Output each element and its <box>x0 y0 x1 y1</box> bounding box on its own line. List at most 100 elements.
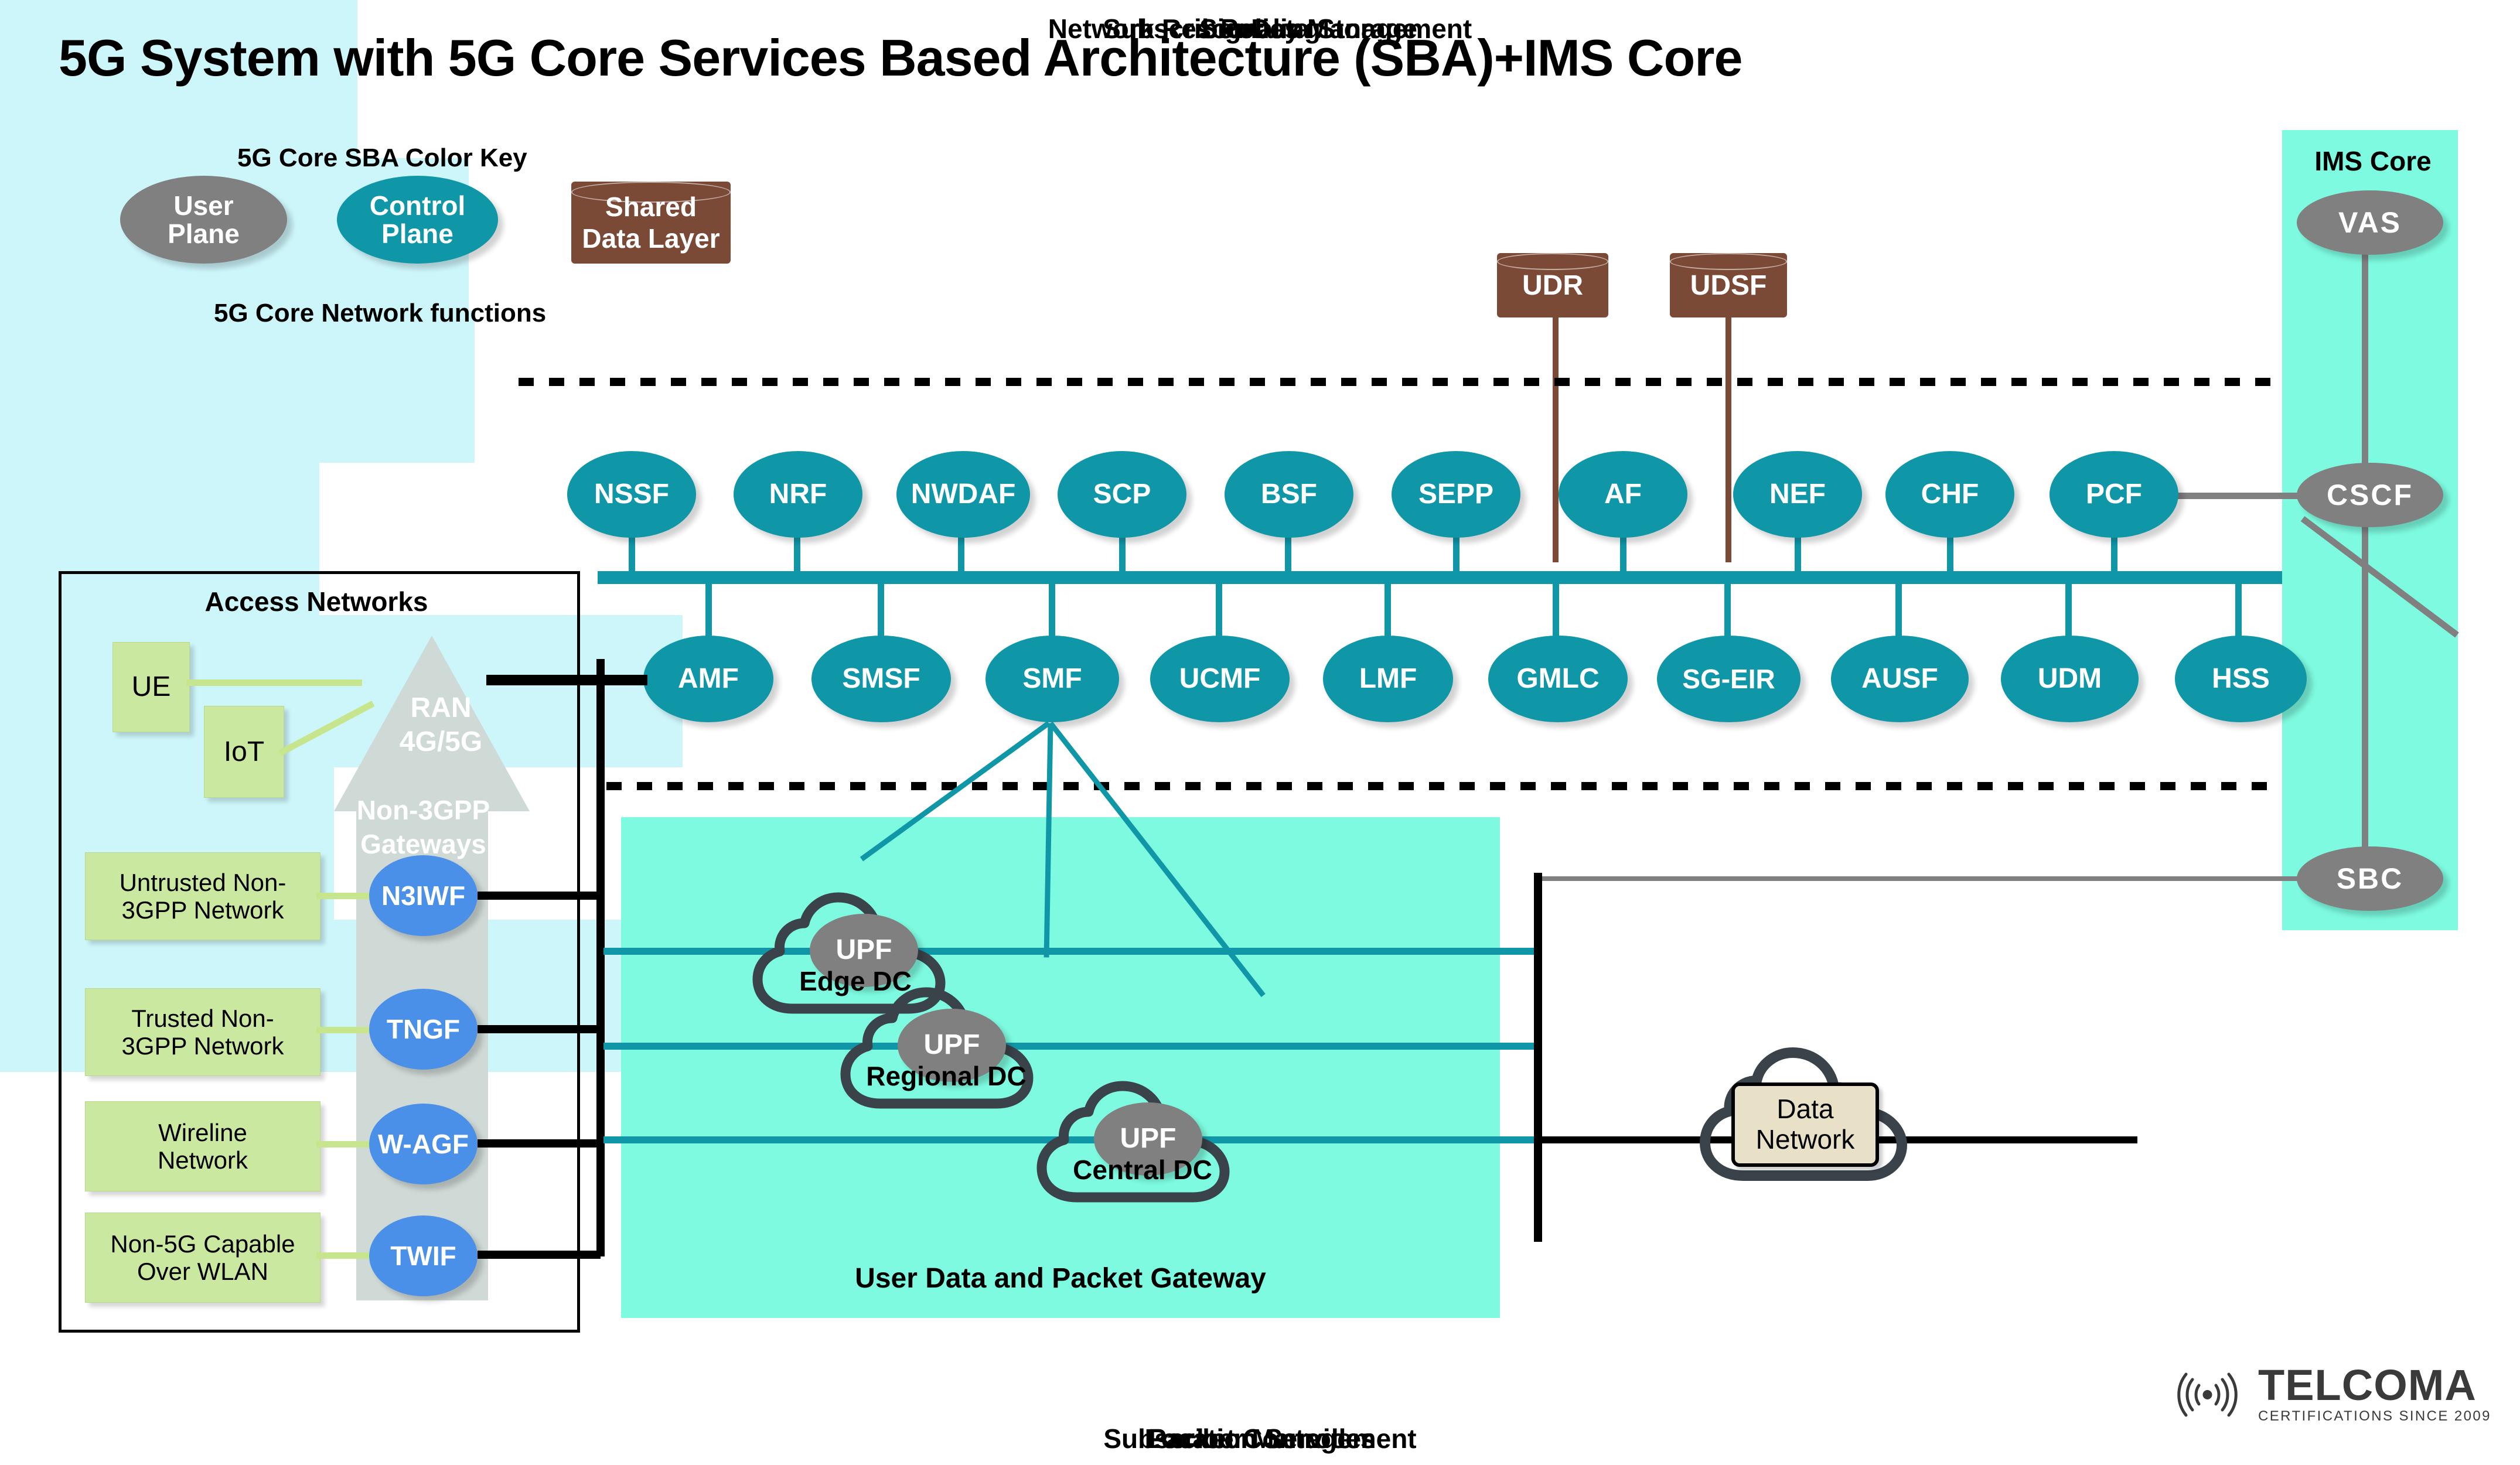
legend-user-plane: User Plane <box>120 176 287 264</box>
node-sepp: SEPP <box>1392 451 1520 538</box>
upf-path-regional <box>603 1043 1541 1050</box>
legend-control-plane-line2: Plane <box>381 218 453 249</box>
access-network-untrusted: Untrusted Non- 3GPP Network <box>85 852 320 940</box>
stem-lmf <box>1385 580 1391 644</box>
access-network-wireline: Wireline Network <box>85 1101 320 1191</box>
node-udsf-label: UDSF <box>1690 269 1767 301</box>
stem-sepp <box>1453 533 1460 575</box>
node-bsf-label: BSF <box>1261 478 1317 510</box>
node-n3iwf: N3IWF <box>369 855 478 936</box>
node-sepp-label: SEPP <box>1418 478 1494 510</box>
access-network-non5g-line2: Over WLAN <box>137 1258 269 1285</box>
legend-control-plane: Control Plane <box>337 176 498 264</box>
access-network-wireline-line2: Network <box>157 1146 248 1174</box>
diagram-canvas: 5G System with 5G Core Services Based Ar… <box>0 0 2520 1465</box>
logo-tagline: CERTIFICATIONS SINCE 2009 <box>2258 1408 2491 1425</box>
access-network-trusted: Trusted Non- 3GPP Network <box>85 988 320 1076</box>
ran-label: RAN 4G/5G <box>352 691 530 759</box>
stem-scp <box>1119 533 1126 575</box>
telcoma-logo: TELCOMA CERTIFICATIONS SINCE 2009 <box>2165 1361 2491 1425</box>
udsf-stem <box>1726 305 1731 562</box>
device-iot: IoT <box>204 706 284 798</box>
ims-core-title: IMS Core <box>2314 146 2432 176</box>
stem-ausf <box>1895 580 1902 644</box>
user-plane-zone-title: User Data and Packet Gateway <box>855 1263 1266 1294</box>
legend-sdl-line1: Shared <box>605 192 697 222</box>
separator-top-dashed <box>519 378 2282 386</box>
node-nef: NEF <box>1733 451 1862 538</box>
data-network-line1: Data <box>1776 1094 1834 1125</box>
node-smsf-label: SMSF <box>842 663 920 694</box>
cylinder-cap-icon <box>1670 253 1787 270</box>
access-network-untrusted-line1: Untrusted Non- <box>119 868 287 896</box>
legend-control-plane-line1: Control <box>369 190 466 221</box>
node-gmlc: GMLC <box>1488 636 1628 722</box>
group-title: Subscriber Management <box>1103 1423 1417 1454</box>
group-title: Policy <box>1220 13 1300 44</box>
stem-smsf <box>878 580 884 644</box>
node-hss: HSS <box>2175 636 2307 722</box>
node-sg-eir-label: SG-EIR <box>1682 663 1775 694</box>
access-network-non5g-line1: Non-5G Capable <box>110 1230 295 1258</box>
node-twif-label: TWIF <box>390 1240 456 1271</box>
link-n3iwf-trunk <box>478 892 601 900</box>
access-network-trusted-line2: 3GPP Network <box>121 1032 284 1060</box>
device-ue-label: UE <box>131 671 171 703</box>
link-pcf-cscf <box>2162 493 2306 499</box>
node-nwdaf-label: NWDAF <box>911 478 1016 510</box>
stem-nef <box>1795 533 1801 575</box>
node-pcf-label: PCF <box>2086 478 2142 510</box>
node-amf: AMF <box>643 636 773 722</box>
node-sbc: SBC <box>2297 846 2443 911</box>
node-vas-label: VAS <box>2338 206 2402 239</box>
node-upf-edge-label: UPF <box>836 934 892 966</box>
node-pcf: PCF <box>2050 451 2178 538</box>
node-smf-label: SMF <box>1022 663 1082 694</box>
access-network-untrusted-line2: 3GPP Network <box>121 896 284 924</box>
node-scp-label: SCP <box>1093 478 1151 510</box>
legend-footer: 5G Core Network functions <box>214 299 547 327</box>
node-tngf-label: TNGF <box>386 1013 461 1044</box>
node-udr-label: UDR <box>1522 269 1583 301</box>
link-ran-amf <box>486 675 647 685</box>
gw-col-title-line1: Non-3GPP <box>356 795 490 825</box>
node-lmf-label: LMF <box>1359 663 1417 694</box>
node-sbc-label: SBC <box>2336 862 2404 895</box>
node-tngf: TNGF <box>369 989 478 1070</box>
node-ausf: AUSF <box>1831 636 1969 722</box>
stem-af <box>1620 533 1626 575</box>
node-scp: SCP <box>1058 451 1186 538</box>
logo-name: TELCOMA <box>2258 1361 2477 1409</box>
stem-udm <box>2065 580 2072 644</box>
device-ue: UE <box>112 642 190 732</box>
node-twif: TWIF <box>369 1215 478 1296</box>
node-ausf-label: AUSF <box>1861 663 1938 694</box>
legend-shared-data-layer: Shared Data Layer <box>571 182 731 264</box>
label-central-dc: Central DC <box>1073 1155 1212 1185</box>
node-chf-label: CHF <box>1921 478 1979 510</box>
node-af: AF <box>1559 451 1687 538</box>
node-nssf-label: NSSF <box>594 478 669 510</box>
stem-gmlc <box>1553 580 1559 644</box>
node-nef-label: NEF <box>1769 478 1826 510</box>
node-upf-central-label: UPF <box>1120 1123 1177 1155</box>
node-smf: SMF <box>986 636 1119 722</box>
node-amf-label: AMF <box>678 663 739 694</box>
data-network-box: Data Network <box>1731 1082 1879 1167</box>
node-cscf-label: CSCF <box>2326 478 2414 511</box>
group-signaling: Signaling <box>0 13 1321 463</box>
data-network-trunk-line <box>1534 873 1542 1242</box>
link-sbc-west <box>1538 876 2300 881</box>
node-ucmf-label: UCMF <box>1179 663 1261 694</box>
node-upf-regional-label: UPF <box>923 1029 980 1061</box>
stem-nrf <box>794 533 800 575</box>
link-tngf-trunk <box>478 1025 601 1033</box>
access-network-trusted-line1: Trusted Non- <box>131 1004 274 1032</box>
legend-user-plane-line2: Plane <box>168 218 240 249</box>
node-ucmf: UCMF <box>1150 636 1290 722</box>
stem-nwdaf <box>958 533 964 575</box>
node-n3iwf-label: N3IWF <box>381 880 466 911</box>
node-nwdaf: NWDAF <box>896 451 1030 538</box>
link-twif-trunk <box>478 1251 601 1259</box>
upf-path-edge <box>603 948 1541 955</box>
